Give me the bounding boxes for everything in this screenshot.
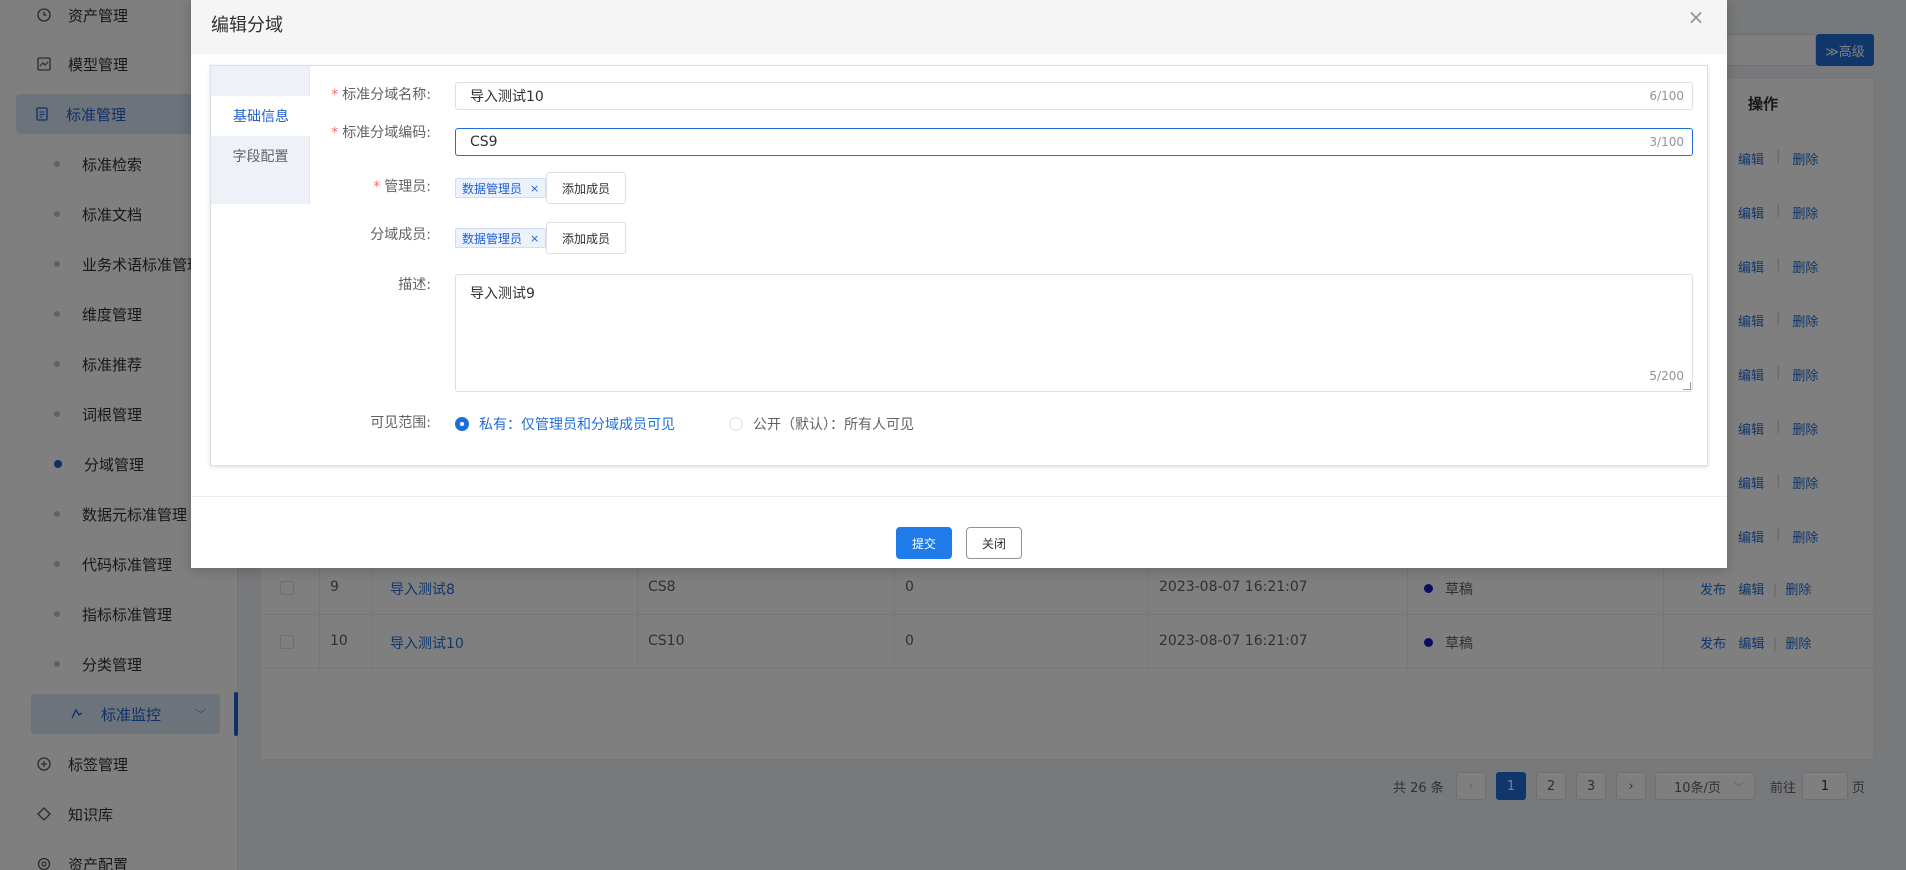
member-tag: 数据管理员 × [455, 228, 547, 248]
description-value: 导入测试9 [470, 286, 535, 302]
tag-remove-icon[interactable]: × [530, 182, 539, 195]
member-label-text: 分域成员: [370, 227, 431, 243]
admin-tag-label: 数据管理员 [462, 181, 523, 196]
member-label: 分域成员: [211, 224, 431, 244]
required-mark: * [373, 179, 381, 195]
code-label-text: 标准分域编码: [342, 125, 431, 141]
member-tag-label: 数据管理员 [462, 231, 523, 246]
code-label: * 标准分域编码: [211, 122, 431, 142]
edit-domain-dialog: 编辑分域 × 基础信息 字段配置 * 标准分域名称: 导入测试10 6/100 *… [191, 0, 1727, 568]
dialog-form-panel: 基础信息 字段配置 * 标准分域名称: 导入测试10 6/100 * 标准分域编码:… [210, 65, 1708, 466]
add-admin-button[interactable]: 添加成员 [546, 172, 626, 204]
scope-public-label: 公开（默认）：所有人可见 [753, 417, 914, 433]
char-counter: 6/100 [1649, 89, 1684, 103]
radio-unchecked-icon [729, 417, 743, 431]
admin-label-text: 管理员: [384, 179, 431, 195]
scope-public-radio[interactable]: 公开（默认）：所有人可见 [729, 414, 914, 434]
domain-code-input[interactable]: CS9 3/100 [455, 128, 1693, 156]
tag-remove-icon[interactable]: × [530, 232, 539, 245]
close-icon[interactable]: × [1687, 7, 1705, 27]
required-mark: * [331, 125, 339, 141]
scope-label: 可见范围: [211, 412, 431, 432]
desc-label-text: 描述: [398, 277, 431, 293]
description-textarea[interactable]: 导入测试9 5/200 [455, 274, 1693, 392]
dialog-header: 编辑分域 × [191, 0, 1727, 54]
scope-private-radio[interactable]: 私有：仅管理员和分域成员可见 [455, 414, 675, 434]
required-mark: * [331, 87, 339, 103]
name-label-text: 标准分域名称: [342, 87, 431, 103]
scope-label-text: 可见范围: [370, 415, 431, 431]
tab-field-config[interactable]: 字段配置 [211, 136, 310, 176]
char-counter: 3/100 [1649, 135, 1684, 149]
name-label: * 标准分域名称: [211, 84, 431, 104]
add-member-button[interactable]: 添加成员 [546, 222, 626, 254]
radio-checked-icon [455, 417, 469, 431]
scope-private-label: 私有：仅管理员和分域成员可见 [479, 417, 675, 433]
admin-tag: 数据管理员 × [455, 178, 547, 198]
admin-label: * 管理员: [211, 176, 431, 196]
close-button[interactable]: 关闭 [966, 527, 1022, 559]
dialog-footer: 提交 关闭 [191, 496, 1727, 568]
dialog-title: 编辑分域 [211, 15, 283, 36]
char-counter: 5/200 [1649, 369, 1684, 383]
domain-code-value: CS9 [470, 134, 498, 150]
desc-label: 描述: [211, 274, 431, 294]
domain-name-value: 导入测试10 [470, 89, 544, 105]
submit-button[interactable]: 提交 [896, 527, 952, 559]
resize-handle[interactable] [1683, 382, 1691, 390]
domain-name-input[interactable]: 导入测试10 6/100 [455, 82, 1693, 110]
